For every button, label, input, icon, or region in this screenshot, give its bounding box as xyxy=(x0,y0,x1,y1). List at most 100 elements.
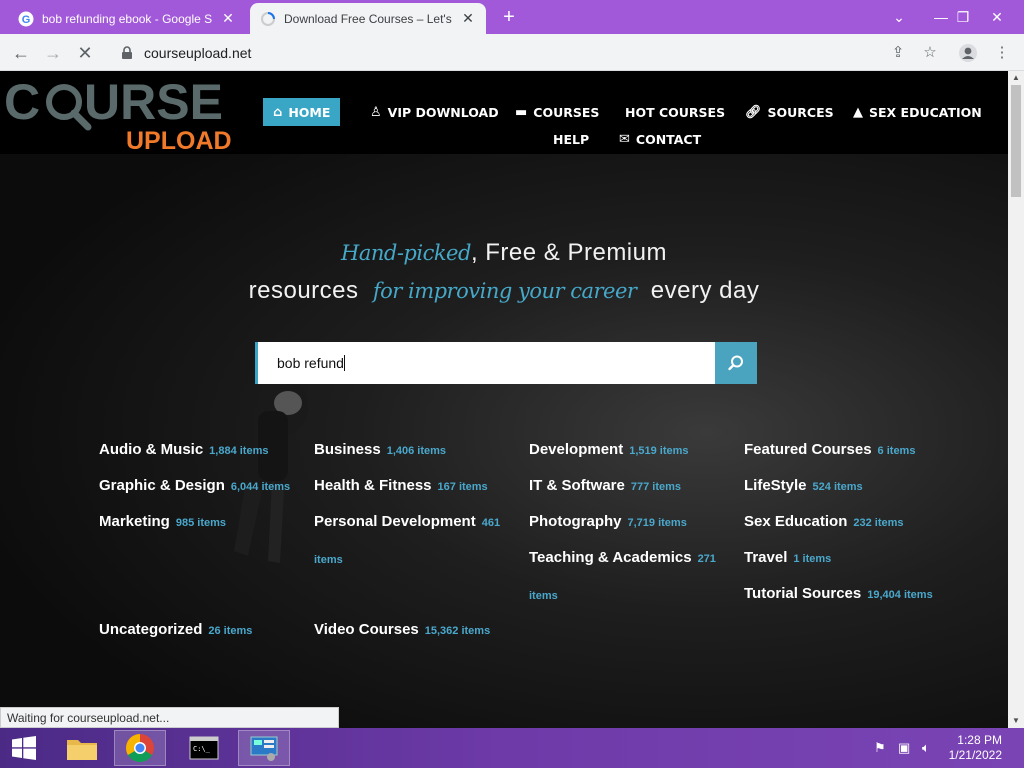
user-icon: ♙ xyxy=(370,104,382,120)
graduation-cap-icon: ▲ xyxy=(853,104,863,120)
scroll-down-icon[interactable]: ▼ xyxy=(1008,714,1024,728)
nav-label: SOURCES xyxy=(767,104,834,120)
volume-muted-icon[interactable]: 🔈︎ xyxy=(922,740,930,756)
tab-search-icon[interactable]: ⌄ xyxy=(882,0,916,34)
clock-date: 1/21/2022 xyxy=(948,748,1002,762)
nav-sex-education[interactable]: ▲ SEX EDUCATION xyxy=(843,98,992,126)
category-uncategorized[interactable]: Uncategorized 26 items xyxy=(99,612,304,649)
text-cursor xyxy=(343,355,345,371)
nav-label: HOT COURSES xyxy=(625,104,726,120)
network-icon[interactable]: ▣ xyxy=(898,740,910,756)
category-marketing[interactable]: Marketing 985 items xyxy=(99,504,304,541)
browser-toolbar: ← → ✕ courseupload.net ⇪ ☆ ⋮ xyxy=(0,34,1024,71)
home-icon: ⌂ xyxy=(273,104,283,120)
category-graphic-design[interactable]: Graphic & Design 6,044 items xyxy=(99,468,304,505)
folder-icon: ▬ xyxy=(515,104,528,120)
hero-handpicked: Hand-picked xyxy=(341,241,471,265)
nav-home[interactable]: ⌂ HOME xyxy=(263,98,341,126)
courseupload-logo[interactable]: C URSE UPLOAD xyxy=(4,75,244,151)
google-icon: G xyxy=(18,11,34,26)
hero-free-premium: , Free & Premium xyxy=(470,239,667,266)
browser-tab-strip: G bob refunding ebook - Google S ✕ Downl… xyxy=(0,0,1024,34)
svg-text:URSE: URSE xyxy=(84,75,223,130)
hero-line-1: Hand-picked, Free & Premium xyxy=(0,239,1008,267)
control-panel-icon xyxy=(250,736,278,761)
windows-taskbar: C:\_ ⚑ ▣ 🔈︎ 1:28 PM 1/21/2022 xyxy=(0,728,1024,768)
back-button[interactable]: ← xyxy=(8,40,34,66)
system-clock[interactable]: 1:28 PM 1/21/2022 xyxy=(949,733,1002,763)
hero-line-2: resources for improving your career ever… xyxy=(0,277,1008,305)
category-it-software[interactable]: IT & Software 777 items xyxy=(529,468,734,505)
web-page: C URSE UPLOAD ⌂ HOME ♙ VIP DOWNLOAD ▬ CO… xyxy=(0,71,1008,728)
link-icon: 🔗︎ xyxy=(745,104,762,120)
file-explorer-button[interactable] xyxy=(56,730,108,766)
site-header: C URSE UPLOAD ⌂ HOME ♙ VIP DOWNLOAD ▬ CO… xyxy=(0,71,1008,154)
nav-courses[interactable]: ▬ COURSES xyxy=(505,98,609,126)
category-teaching-academics[interactable]: Teaching & Academics 271 items xyxy=(529,540,719,614)
lock-icon xyxy=(122,45,132,59)
tab-courseupload[interactable]: Download Free Courses – Let's st ✕ xyxy=(250,3,486,34)
svg-text:G: G xyxy=(22,14,31,26)
scrollbar-thumb[interactable] xyxy=(1011,85,1021,197)
scroll-up-icon[interactable]: ▲ xyxy=(1008,71,1024,85)
category-audio-music[interactable]: Audio & Music 1,884 items xyxy=(99,432,304,469)
chrome-taskbar-button[interactable] xyxy=(114,730,166,766)
svg-text:UPLOAD: UPLOAD xyxy=(126,127,232,151)
folder-icon xyxy=(67,740,97,760)
tab-title: bob refunding ebook - Google S xyxy=(42,11,213,26)
nav-label: COURSES xyxy=(533,104,600,120)
category-tutorial-sources[interactable]: Tutorial Sources 19,404 items xyxy=(744,576,974,613)
browser-menu-icon[interactable]: ⋮ xyxy=(992,43,1012,63)
svg-text:C: C xyxy=(4,75,40,130)
hero-every-day: every day xyxy=(650,277,760,304)
clock-time: 1:28 PM xyxy=(957,733,1002,747)
hero-resources: resources xyxy=(248,277,359,304)
stop-loading-button[interactable]: ✕ xyxy=(72,40,98,66)
control-panel-button[interactable] xyxy=(238,730,290,766)
nav-sources[interactable]: 🔗︎ SOURCES xyxy=(735,98,844,126)
category-sex-education[interactable]: Sex Education 232 items xyxy=(744,504,949,541)
forward-button[interactable]: → xyxy=(40,40,66,66)
bookmark-star-icon[interactable]: ☆ xyxy=(920,43,940,63)
address-bar[interactable]: courseupload.net xyxy=(108,38,950,67)
close-window-button[interactable]: ✕ xyxy=(980,0,1014,34)
category-personal-development[interactable]: Personal Development 461 items xyxy=(314,504,504,578)
close-tab-icon[interactable]: ✕ xyxy=(220,10,236,27)
category-featured-courses[interactable]: Featured Courses 6 items xyxy=(744,432,949,469)
category-video-courses[interactable]: Video Courses 15,362 items xyxy=(314,612,519,649)
envelope-icon: ✉ xyxy=(619,131,630,147)
nav-help[interactable]: HELP xyxy=(543,125,599,153)
nav-label: CONTACT xyxy=(635,131,702,147)
nav-hot-courses[interactable]: HOT COURSES xyxy=(615,98,735,126)
category-travel[interactable]: Travel 1 items xyxy=(744,540,949,577)
nav-label: SEX EDUCATION xyxy=(869,104,982,120)
category-lifestyle[interactable]: LifeStyle 524 items xyxy=(744,468,949,505)
category-development[interactable]: Development 1,519 items xyxy=(529,432,734,469)
search-input-value: bob refund xyxy=(277,355,344,371)
search-button[interactable] xyxy=(715,342,757,384)
restore-button[interactable]: ❐ xyxy=(946,0,980,34)
command-prompt-button[interactable]: C:\_ xyxy=(178,730,230,766)
category-business[interactable]: Business 1,406 items xyxy=(314,432,519,469)
terminal-icon: C:\_ xyxy=(189,736,219,760)
share-icon[interactable]: ⇪ xyxy=(888,43,908,63)
close-tab-icon[interactable]: ✕ xyxy=(460,10,476,27)
category-photography[interactable]: Photography 7,719 items xyxy=(529,504,734,541)
status-bubble: Waiting for courseupload.net... xyxy=(0,707,339,728)
nav-contact[interactable]: ✉ CONTACT xyxy=(609,125,711,153)
chrome-icon xyxy=(126,734,154,762)
nav-vip-download[interactable]: ♙ VIP DOWNLOAD xyxy=(360,98,509,126)
new-tab-button[interactable]: + xyxy=(498,6,520,28)
url-text: courseupload.net xyxy=(144,44,252,61)
action-center-flag-icon[interactable]: ⚑ xyxy=(874,740,886,756)
nav-label: HELP xyxy=(553,131,590,147)
tab-google-search[interactable]: G bob refunding ebook - Google S ✕ xyxy=(8,3,246,34)
profile-avatar[interactable] xyxy=(958,43,978,63)
start-button[interactable] xyxy=(0,730,48,766)
loading-spinner-icon xyxy=(261,11,275,26)
site-search-input[interactable]: bob refund xyxy=(255,342,716,384)
category-health-fitness[interactable]: Health & Fitness 167 items xyxy=(314,468,519,505)
page-scrollbar[interactable]: ▲ ▼ xyxy=(1008,71,1024,728)
tab-title: Download Free Courses – Let's st xyxy=(284,11,454,26)
hero-career: for improving your career xyxy=(372,279,637,303)
